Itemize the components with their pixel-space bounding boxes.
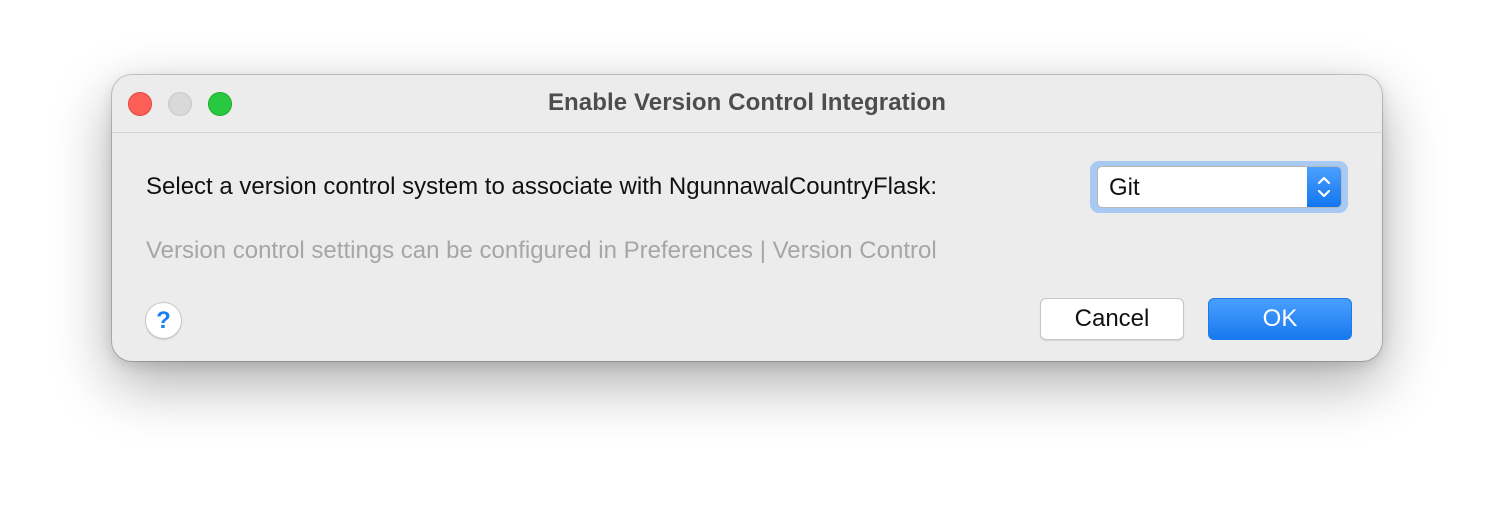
dialog-title: Enable Version Control Integration: [547, 89, 947, 116]
vcs-select-value: Git: [1109, 174, 1140, 201]
vcs-select[interactable]: Git: [1097, 166, 1342, 208]
enable-vcs-dialog: Enable Version Control Integration Selec…: [112, 75, 1382, 361]
ok-button[interactable]: OK: [1208, 298, 1352, 340]
cancel-button[interactable]: Cancel: [1040, 298, 1184, 340]
title-bar: Enable Version Control Integration: [112, 75, 1382, 133]
help-button[interactable]: ?: [145, 302, 182, 339]
preferences-hint-text: Version control settings can be configur…: [146, 237, 937, 264]
vcs-prompt-label: Select a version control system to assoc…: [146, 173, 938, 200]
up-down-chevrons-icon[interactable]: [1307, 167, 1341, 207]
